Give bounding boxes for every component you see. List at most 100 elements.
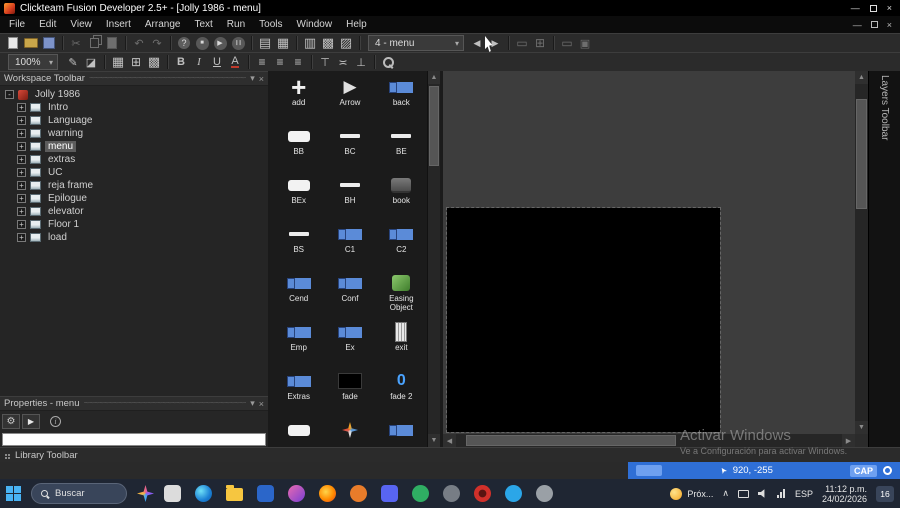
toolbar-icon[interactable]: [175, 35, 193, 51]
toolbar-icon[interactable]: [576, 35, 594, 51]
editor-vscrollbar[interactable]: ▲ ▼: [855, 71, 868, 434]
tree-item[interactable]: Epilogue: [0, 192, 268, 205]
scroll-track[interactable]: [428, 84, 440, 434]
taskbar-weather[interactable]: Próx...: [670, 487, 713, 500]
maximize-button[interactable]: [869, 4, 877, 12]
layers-toolbar[interactable]: Layers Toolbar: [868, 71, 900, 447]
library-object[interactable]: book: [376, 173, 427, 222]
taskbar-app-icon[interactable]: [505, 485, 522, 502]
toolbar-icon[interactable]: [319, 35, 337, 51]
toolbar-icon[interactable]: [379, 54, 397, 70]
menu-item[interactable]: Insert: [99, 17, 138, 32]
mdi-restore-button[interactable]: [870, 21, 878, 28]
toolbar-icon[interactable]: [127, 54, 145, 70]
mdi-close-button[interactable]: ×: [887, 20, 892, 30]
toolbar-icon[interactable]: [148, 35, 166, 51]
menu-item[interactable]: Window: [290, 17, 340, 32]
scroll-thumb[interactable]: [429, 86, 439, 166]
toolbar-icon[interactable]: [271, 54, 289, 70]
toolbar-icon[interactable]: [226, 54, 244, 70]
tree-item[interactable]: reja frame: [0, 179, 268, 192]
tree-item[interactable]: elevator: [0, 205, 268, 218]
toolbar-icon[interactable]: [82, 54, 100, 70]
menu-item[interactable]: Text: [187, 17, 219, 32]
library-scrollbar[interactable]: ▲ ▼: [427, 71, 440, 447]
toolbar-icon[interactable]: [531, 35, 549, 51]
expander-icon[interactable]: [17, 233, 26, 242]
scroll-up-icon[interactable]: ▲: [428, 71, 440, 84]
library-object[interactable]: Emp: [273, 320, 324, 369]
frame-editor[interactable]: ◀ ▶ ▲ ▼: [443, 71, 868, 447]
library-object[interactable]: [376, 418, 427, 447]
tray-chevron-up-icon[interactable]: ∧: [722, 488, 729, 499]
toolbar-icon[interactable]: [190, 54, 208, 70]
tree-item[interactable]: Intro: [0, 101, 268, 114]
library-object[interactable]: Arrow: [324, 75, 375, 124]
library-object[interactable]: BH: [324, 173, 375, 222]
minimize-button[interactable]: —: [851, 3, 860, 13]
status-button[interactable]: [636, 465, 662, 476]
library-object[interactable]: BEx: [273, 173, 324, 222]
scroll-down-icon[interactable]: ▼: [428, 434, 440, 447]
toolbar-icon[interactable]: [334, 54, 352, 70]
expander-icon[interactable]: [17, 129, 26, 138]
close-button[interactable]: ×: [887, 3, 892, 13]
menu-item[interactable]: Run: [220, 17, 252, 32]
toolbar-icon[interactable]: [301, 35, 319, 51]
scroll-thumb[interactable]: [856, 99, 867, 209]
frame-selector[interactable]: 4 - menu ▾: [368, 35, 464, 51]
toolbar-icon[interactable]: [145, 54, 163, 70]
scroll-down-icon[interactable]: ▼: [855, 421, 868, 434]
menu-item[interactable]: Help: [339, 17, 374, 32]
library-object[interactable]: BE: [376, 124, 427, 173]
taskbar-app-icon[interactable]: [536, 485, 553, 502]
expander-icon[interactable]: [17, 220, 26, 229]
toolbar-icon[interactable]: [337, 35, 355, 51]
frame-canvas[interactable]: [446, 207, 721, 433]
tree-item[interactable]: Language: [0, 114, 268, 127]
copilot-icon[interactable]: [137, 485, 154, 502]
close-icon[interactable]: ×: [259, 74, 264, 84]
close-icon[interactable]: ×: [259, 399, 264, 409]
taskbar-app-icon[interactable]: [164, 485, 181, 502]
library-object[interactable]: [324, 418, 375, 447]
taskbar-clock[interactable]: 11:12 p.m. 24/02/2026: [822, 484, 867, 504]
taskbar-app-icon[interactable]: [257, 485, 274, 502]
pin-icon[interactable]: ▾: [250, 398, 255, 409]
tree-item[interactable]: warning: [0, 127, 268, 140]
taskbar-app-icon[interactable]: [288, 485, 305, 502]
library-object[interactable]: C1: [324, 222, 375, 271]
toolbar-icon[interactable]: [289, 54, 307, 70]
language-indicator[interactable]: ESP: [795, 489, 813, 499]
toolbar-icon[interactable]: [22, 35, 40, 51]
mdi-minimize-button[interactable]: —: [853, 20, 862, 30]
toolbar-icon[interactable]: [109, 54, 127, 70]
library-object[interactable]: [273, 418, 324, 447]
taskbar-app-icon[interactable]: [226, 485, 243, 501]
toolbar-icon[interactable]: [468, 35, 486, 51]
expander-icon[interactable]: [17, 103, 26, 112]
network-icon[interactable]: [776, 489, 786, 498]
notification-count[interactable]: 16: [876, 485, 894, 502]
library-object[interactable]: BS: [273, 222, 324, 271]
tree-item[interactable]: load: [0, 231, 268, 244]
properties-tab-runtime[interactable]: ▶: [22, 414, 40, 429]
tree-root[interactable]: Jolly 1986: [0, 88, 268, 101]
toolbar-icon[interactable]: [130, 35, 148, 51]
toolbar-icon[interactable]: [253, 54, 271, 70]
expander-icon[interactable]: [17, 181, 26, 190]
toolbar-icon[interactable]: [67, 35, 85, 51]
taskbar-app-icon[interactable]: [195, 485, 212, 502]
toolbar-icon[interactable]: [558, 35, 576, 51]
editor-hscrollbar[interactable]: ◀ ▶: [443, 434, 855, 447]
library-object[interactable]: back: [376, 75, 427, 124]
toolbar-icon[interactable]: [486, 35, 504, 51]
start-button[interactable]: [6, 486, 21, 501]
scroll-track[interactable]: [855, 84, 868, 421]
expander-icon[interactable]: [17, 116, 26, 125]
toolbar-icon[interactable]: [193, 35, 211, 51]
taskbar-app-icon[interactable]: [474, 485, 491, 502]
toolbar-icon[interactable]: [172, 54, 190, 70]
toolbar-icon[interactable]: [316, 54, 334, 70]
expander-icon[interactable]: [17, 207, 26, 216]
